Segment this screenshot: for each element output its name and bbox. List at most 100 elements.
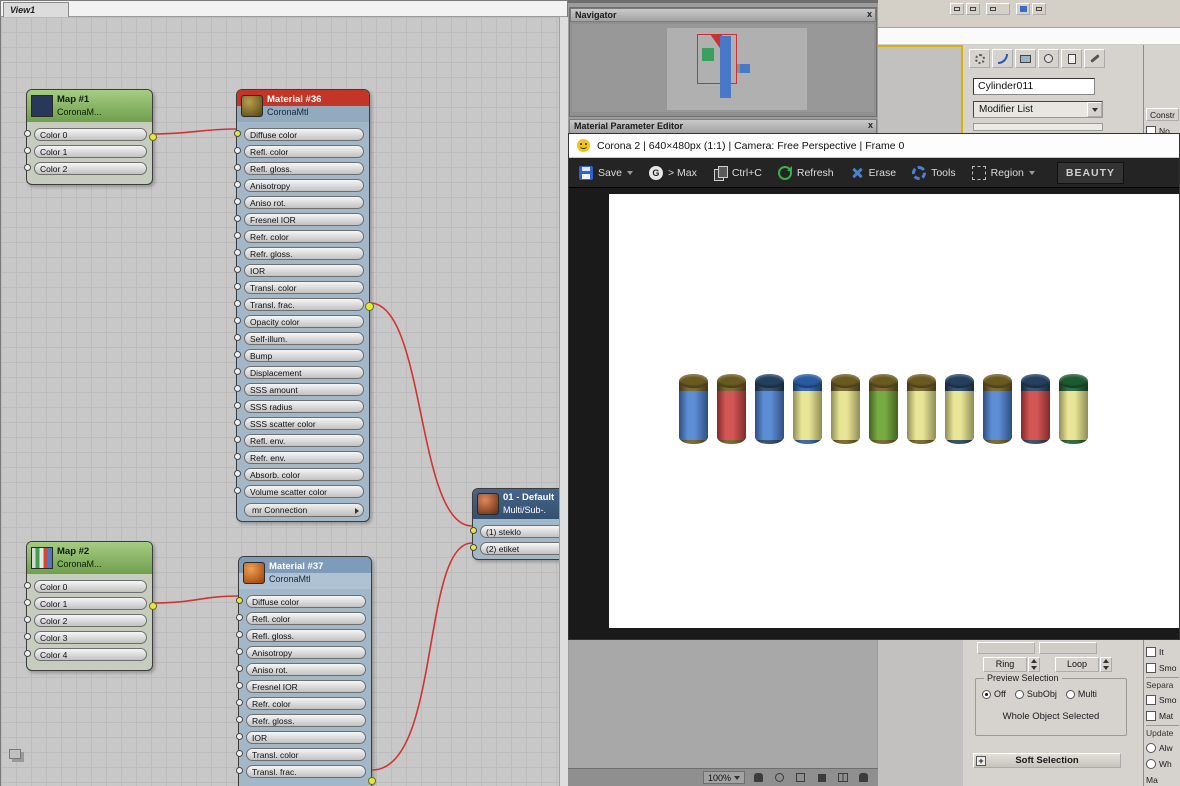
input-socket[interactable]	[236, 767, 243, 774]
node-slot[interactable]: Aniso rot.	[234, 194, 364, 211]
window-control-button[interactable]	[986, 3, 1010, 15]
panel-fragment[interactable]: Update	[1146, 725, 1179, 738]
input-socket[interactable]	[236, 682, 243, 689]
input-socket[interactable]	[234, 351, 241, 358]
node-slot[interactable]: Anisotropy	[236, 644, 366, 661]
panel-fragment[interactable]: It	[1146, 645, 1179, 658]
node-slot[interactable]: Anisotropy	[234, 177, 364, 194]
input-socket[interactable]	[24, 164, 31, 171]
panel-fragment[interactable]: Smo	[1146, 693, 1179, 706]
window-control-button[interactable]	[1016, 3, 1030, 15]
input-socket[interactable]	[234, 368, 241, 375]
modify-tab-icon[interactable]	[992, 49, 1013, 68]
node-slot[interactable]: Bump	[234, 347, 364, 364]
node-header[interactable]: Material #37 CoronaMtl	[239, 557, 371, 589]
node-graph-canvas[interactable]: Map #1 CoronaM... Color 0 Color 1 Color 2 …	[1, 17, 569, 786]
input-socket[interactable]	[236, 750, 243, 757]
display-tab-icon[interactable]	[1061, 49, 1082, 68]
node-slot[interactable]: Color 0	[24, 126, 147, 143]
node-slot[interactable]: IOR	[234, 262, 364, 279]
input-socket[interactable]	[234, 130, 241, 137]
input-socket[interactable]	[24, 650, 31, 657]
disabled-button[interactable]	[1039, 642, 1097, 654]
input-socket[interactable]	[234, 266, 241, 273]
input-socket[interactable]	[234, 147, 241, 154]
input-socket[interactable]	[234, 283, 241, 290]
node-map1[interactable]: Map #1 CoronaM... Color 0 Color 1 Color 2	[24, 89, 157, 185]
input-socket[interactable]	[234, 300, 241, 307]
ring-spinner[interactable]	[1028, 657, 1040, 672]
node-slot[interactable]: Refr. color	[236, 695, 366, 712]
node-slot[interactable]: Refr. color	[234, 228, 364, 245]
beauty-pass-tab[interactable]: BEAUTY	[1056, 161, 1125, 184]
node-slot[interactable]: Color 3	[24, 629, 147, 646]
navigator-content[interactable]	[572, 24, 874, 112]
node-slot[interactable]: Refl. color	[234, 143, 364, 160]
input-socket[interactable]	[234, 487, 241, 494]
erase-button[interactable]: Erase	[850, 166, 896, 180]
node-slot[interactable]: SSS radius	[234, 398, 364, 415]
input-socket[interactable]	[236, 648, 243, 655]
scroll-hand-icon[interactable]	[856, 771, 871, 784]
input-socket[interactable]	[234, 334, 241, 341]
input-socket[interactable]	[24, 582, 31, 589]
node-slot[interactable]: Absorb. color	[234, 466, 364, 483]
node-slot[interactable]: SSS scatter color	[234, 415, 364, 432]
panel-fragment[interactable]: Mat	[1146, 709, 1179, 722]
input-socket[interactable]	[236, 665, 243, 672]
input-socket[interactable]	[24, 616, 31, 623]
node-slot[interactable]: Volume scatter color	[234, 483, 364, 500]
panel-fragment[interactable]: Alw	[1146, 741, 1179, 754]
region-button[interactable]: Region	[971, 165, 1035, 180]
input-socket[interactable]	[234, 232, 241, 239]
output-socket[interactable]	[368, 777, 376, 785]
node-slot[interactable]: Refr. env.	[234, 449, 364, 466]
send-to-max-button[interactable]: > Max	[648, 165, 697, 180]
panel-fragment[interactable]: Smo	[1146, 661, 1179, 674]
radio-multi[interactable]: Multi	[1065, 689, 1097, 699]
node-map2[interactable]: Map #2 CoronaM... Color 0 Color 1 Color 2C…	[24, 541, 157, 671]
node-slot[interactable]: Transl. color	[234, 279, 364, 296]
radio-subobj[interactable]: SubObj	[1014, 689, 1057, 699]
navigator-thumbnail[interactable]	[667, 28, 807, 110]
input-socket[interactable]	[236, 733, 243, 740]
tools-button[interactable]: Tools	[912, 165, 956, 180]
pan-hand-icon[interactable]	[751, 771, 766, 784]
close-icon[interactable]: x	[868, 120, 873, 130]
input-socket[interactable]	[24, 599, 31, 606]
input-socket[interactable]	[470, 527, 477, 534]
loop-button[interactable]: Loop	[1055, 657, 1099, 672]
node-slot[interactable]: Aniso rot.	[236, 661, 366, 678]
input-socket[interactable]	[236, 597, 243, 604]
save-button[interactable]: Save	[579, 165, 633, 180]
loop-spinner[interactable]	[1100, 657, 1112, 672]
soft-selection-rollout[interactable]: + Soft Selection	[973, 753, 1121, 768]
zoom-extents-icon[interactable]	[772, 771, 787, 784]
node-header[interactable]: Map #1 CoronaM...	[27, 90, 152, 122]
ring-button[interactable]: Ring	[983, 657, 1027, 672]
node-slot[interactable]: Self-illum.	[234, 330, 364, 347]
chevron-down-icon[interactable]	[1087, 102, 1102, 117]
node-slot[interactable]: Color 4	[24, 646, 147, 663]
canvas-scrollbar[interactable]	[559, 17, 568, 786]
input-socket[interactable]	[470, 544, 477, 551]
node-slot[interactable]: Color 0	[24, 578, 147, 595]
modifier-list-dropdown[interactable]: Modifier List	[973, 101, 1103, 118]
node-slot[interactable]: Refl. env.	[234, 432, 364, 449]
node-slot[interactable]: Refl. gloss.	[236, 627, 366, 644]
node-slot[interactable]: (2) etiket	[470, 540, 566, 557]
input-socket[interactable]	[236, 699, 243, 706]
window-control-button[interactable]	[950, 3, 964, 15]
input-socket[interactable]	[234, 215, 241, 222]
node-slot[interactable]: Transl. frac.	[234, 296, 364, 313]
tab-view1[interactable]: View1	[3, 2, 69, 17]
window-control-button[interactable]	[1032, 3, 1046, 15]
expand-plus-icon[interactable]: +	[976, 756, 986, 766]
input-socket[interactable]	[236, 614, 243, 621]
zoom-select[interactable]: 100%	[703, 771, 746, 784]
input-socket[interactable]	[234, 181, 241, 188]
window-control-button[interactable]	[966, 3, 980, 15]
node-slot[interactable]: Displacement	[234, 364, 364, 381]
node-slot[interactable]: (1) steklo	[470, 523, 566, 540]
output-socket[interactable]	[149, 133, 157, 141]
